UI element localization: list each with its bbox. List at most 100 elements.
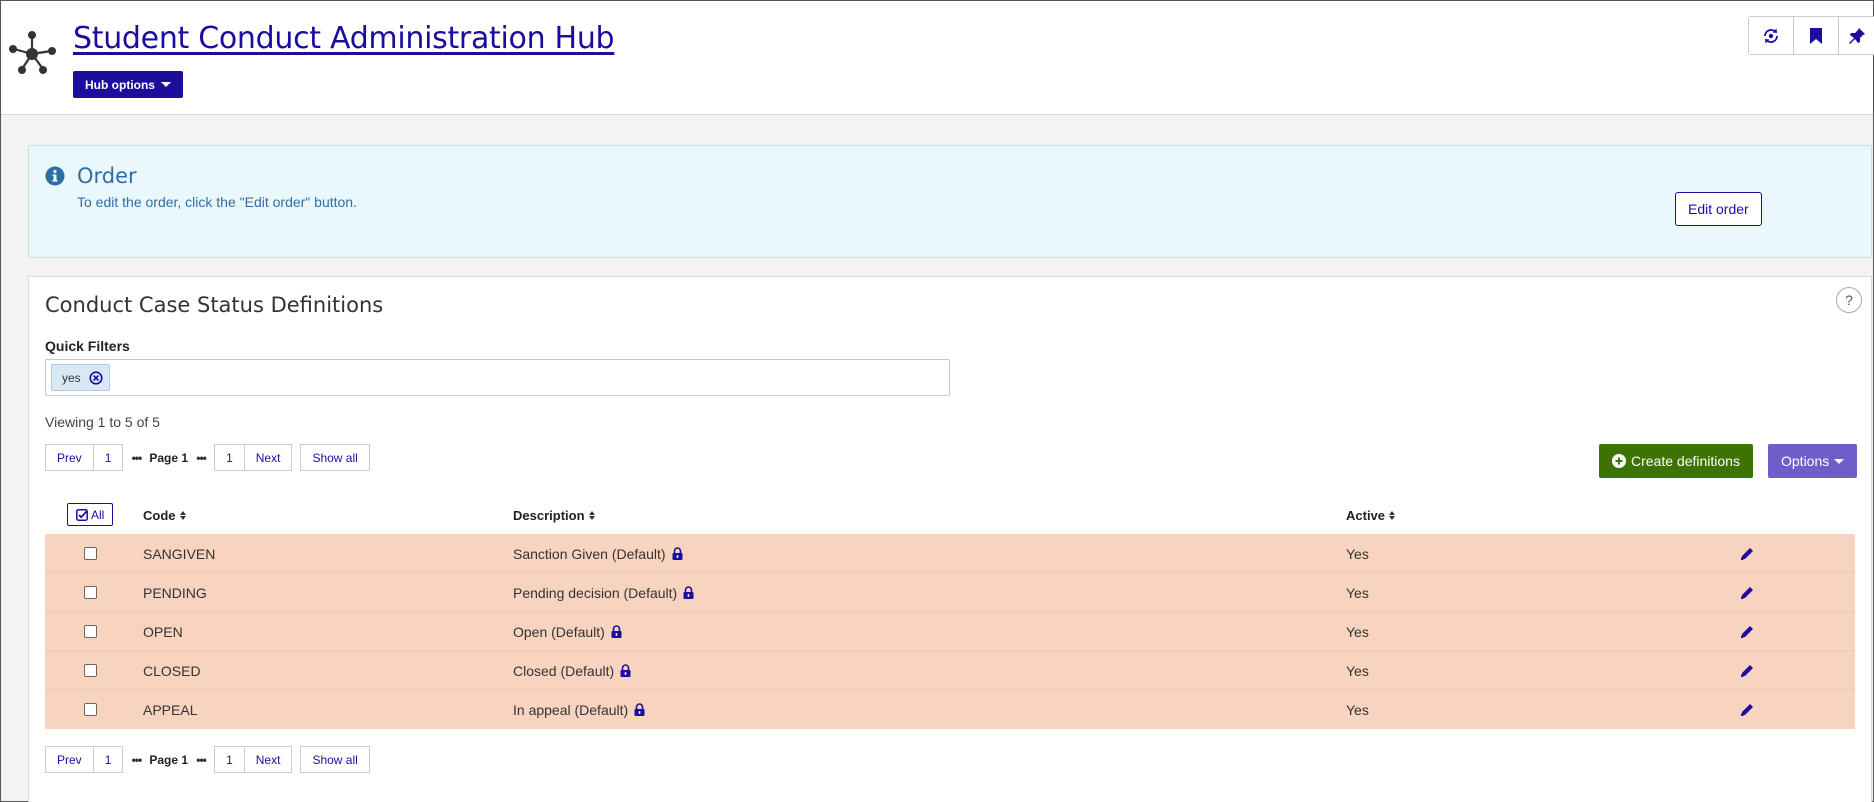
pager-ellipsis: ••• xyxy=(196,752,207,767)
description-text: Sanction Given (Default) xyxy=(513,545,666,562)
help-button[interactable]: ? xyxy=(1836,287,1862,313)
row-checkbox[interactable] xyxy=(84,586,97,599)
next-button[interactable]: Next xyxy=(244,746,293,773)
edit-pencil-icon[interactable] xyxy=(1740,547,1754,561)
pager-ellipsis: ••• xyxy=(196,450,207,465)
remove-chip-icon[interactable] xyxy=(89,370,103,385)
prev-button[interactable]: Prev xyxy=(45,444,94,471)
pager-bottom: Prev 1 ••• Page 1 ••• 1 Next Show all xyxy=(45,746,370,773)
page-title[interactable]: Student Conduct Administration Hub xyxy=(73,21,615,56)
cell-code: OPEN xyxy=(143,623,183,640)
header-toolbar xyxy=(1748,16,1874,55)
lock-icon xyxy=(620,664,631,677)
description-text: Open (Default) xyxy=(513,623,605,640)
cell-description: Open (Default) xyxy=(513,612,622,651)
column-header-active[interactable]: Active xyxy=(1346,497,1396,534)
column-header-label: Code xyxy=(143,508,176,523)
select-all-button[interactable]: All xyxy=(67,503,114,526)
order-info-panel: Order To edit the order, click the "Edit… xyxy=(28,145,1872,258)
description-text: In appeal (Default) xyxy=(513,701,629,718)
pin-icon xyxy=(1849,27,1865,44)
table-row: PENDING Pending decision (Default) Yes xyxy=(45,573,1855,612)
sort-icon xyxy=(1389,511,1396,520)
table-header: All Code Description Active xyxy=(45,497,1855,534)
column-header-code[interactable]: Code xyxy=(143,497,186,534)
pager-ellipsis: ••• xyxy=(131,450,143,465)
cell-active: Yes xyxy=(1346,662,1369,679)
cell-description: In appeal (Default) xyxy=(513,690,645,729)
sync-icon xyxy=(1764,28,1778,43)
edit-pencil-icon[interactable] xyxy=(1740,703,1754,717)
cell-description: Sanction Given (Default) xyxy=(513,534,683,573)
edit-pencil-icon[interactable] xyxy=(1740,625,1754,639)
order-title: Order xyxy=(77,164,137,188)
row-checkbox[interactable] xyxy=(84,664,97,677)
viewing-count: Viewing 1 to 5 of 5 xyxy=(45,414,160,430)
last-page-button[interactable]: 1 xyxy=(214,746,245,773)
cell-description: Pending decision (Default) xyxy=(513,573,694,612)
definitions-card: Conduct Case Status Definitions ? Quick … xyxy=(28,276,1872,802)
info-icon xyxy=(45,166,65,186)
hub-options-button[interactable]: Hub options xyxy=(73,71,183,98)
last-page-button[interactable]: 1 xyxy=(214,444,245,471)
column-header-description[interactable]: Description xyxy=(513,497,595,534)
lock-icon xyxy=(672,547,683,560)
edit-pencil-icon[interactable] xyxy=(1740,664,1754,678)
options-button[interactable]: Options xyxy=(1768,444,1858,478)
caret-down-icon xyxy=(1834,458,1845,464)
filter-chip-label: yes xyxy=(62,370,81,385)
first-page-button[interactable]: 1 xyxy=(93,444,124,471)
prev-button[interactable]: Prev xyxy=(45,746,94,773)
definitions-table: All Code Description Active SANGIVEN San… xyxy=(45,497,1855,729)
cell-active: Yes xyxy=(1346,701,1369,718)
table-row: CLOSED Closed (Default) Yes xyxy=(45,651,1855,690)
table-row: SANGIVEN Sanction Given (Default) Yes xyxy=(45,534,1855,573)
cell-code: CLOSED xyxy=(143,662,201,679)
check-square-icon xyxy=(76,508,88,521)
cell-code: APPEAL xyxy=(143,701,198,718)
table-row: APPEAL In appeal (Default) Yes xyxy=(45,690,1855,729)
cell-active: Yes xyxy=(1346,545,1369,562)
cell-code: SANGIVEN xyxy=(143,545,216,562)
pager-ellipsis: ••• xyxy=(131,752,143,767)
create-definitions-button[interactable]: Create definitions xyxy=(1599,444,1753,478)
quick-filters-input[interactable]: yes xyxy=(45,359,950,396)
hub-network-icon xyxy=(9,31,56,74)
lock-icon xyxy=(683,586,694,599)
filter-chip: yes xyxy=(51,364,110,391)
bookmark-button[interactable] xyxy=(1794,17,1839,54)
lock-icon xyxy=(634,703,645,716)
hub-options-label: Hub options xyxy=(85,77,155,92)
column-header-label: Description xyxy=(513,508,585,523)
row-checkbox[interactable] xyxy=(84,547,97,560)
options-label: Options xyxy=(1781,453,1830,469)
first-page-button[interactable]: 1 xyxy=(93,746,124,773)
show-all-button[interactable]: Show all xyxy=(300,444,370,471)
row-checkbox[interactable] xyxy=(84,625,97,638)
description-text: Closed (Default) xyxy=(513,662,615,679)
create-definitions-label: Create definitions xyxy=(1631,453,1740,469)
show-all-button[interactable]: Show all xyxy=(300,746,370,773)
edit-pencil-icon[interactable] xyxy=(1740,586,1754,600)
next-button[interactable]: Next xyxy=(244,444,293,471)
pager-top: Prev 1 ••• Page 1 ••• 1 Next Show all xyxy=(45,444,370,471)
sync-button[interactable] xyxy=(1749,17,1794,54)
lock-icon xyxy=(611,625,622,638)
cell-description: Closed (Default) xyxy=(513,651,631,690)
order-instructions: To edit the order, click the "Edit order… xyxy=(77,194,357,210)
cell-code: PENDING xyxy=(143,584,207,601)
current-page: Page 1 xyxy=(149,450,189,465)
select-all-label: All xyxy=(91,507,105,522)
sort-icon xyxy=(588,511,595,520)
row-checkbox[interactable] xyxy=(84,703,97,716)
card-title: Conduct Case Status Definitions xyxy=(45,293,384,317)
page-header: Student Conduct Administration Hub Hub o… xyxy=(1,1,1874,115)
caret-down-icon xyxy=(160,82,171,87)
pin-button[interactable] xyxy=(1839,17,1874,54)
cell-active: Yes xyxy=(1346,623,1369,640)
sort-icon xyxy=(179,511,186,520)
current-page: Page 1 xyxy=(149,752,189,767)
column-header-label: Active xyxy=(1346,508,1386,523)
edit-order-button[interactable]: Edit order xyxy=(1675,192,1762,226)
plus-circle-icon xyxy=(1612,454,1626,468)
